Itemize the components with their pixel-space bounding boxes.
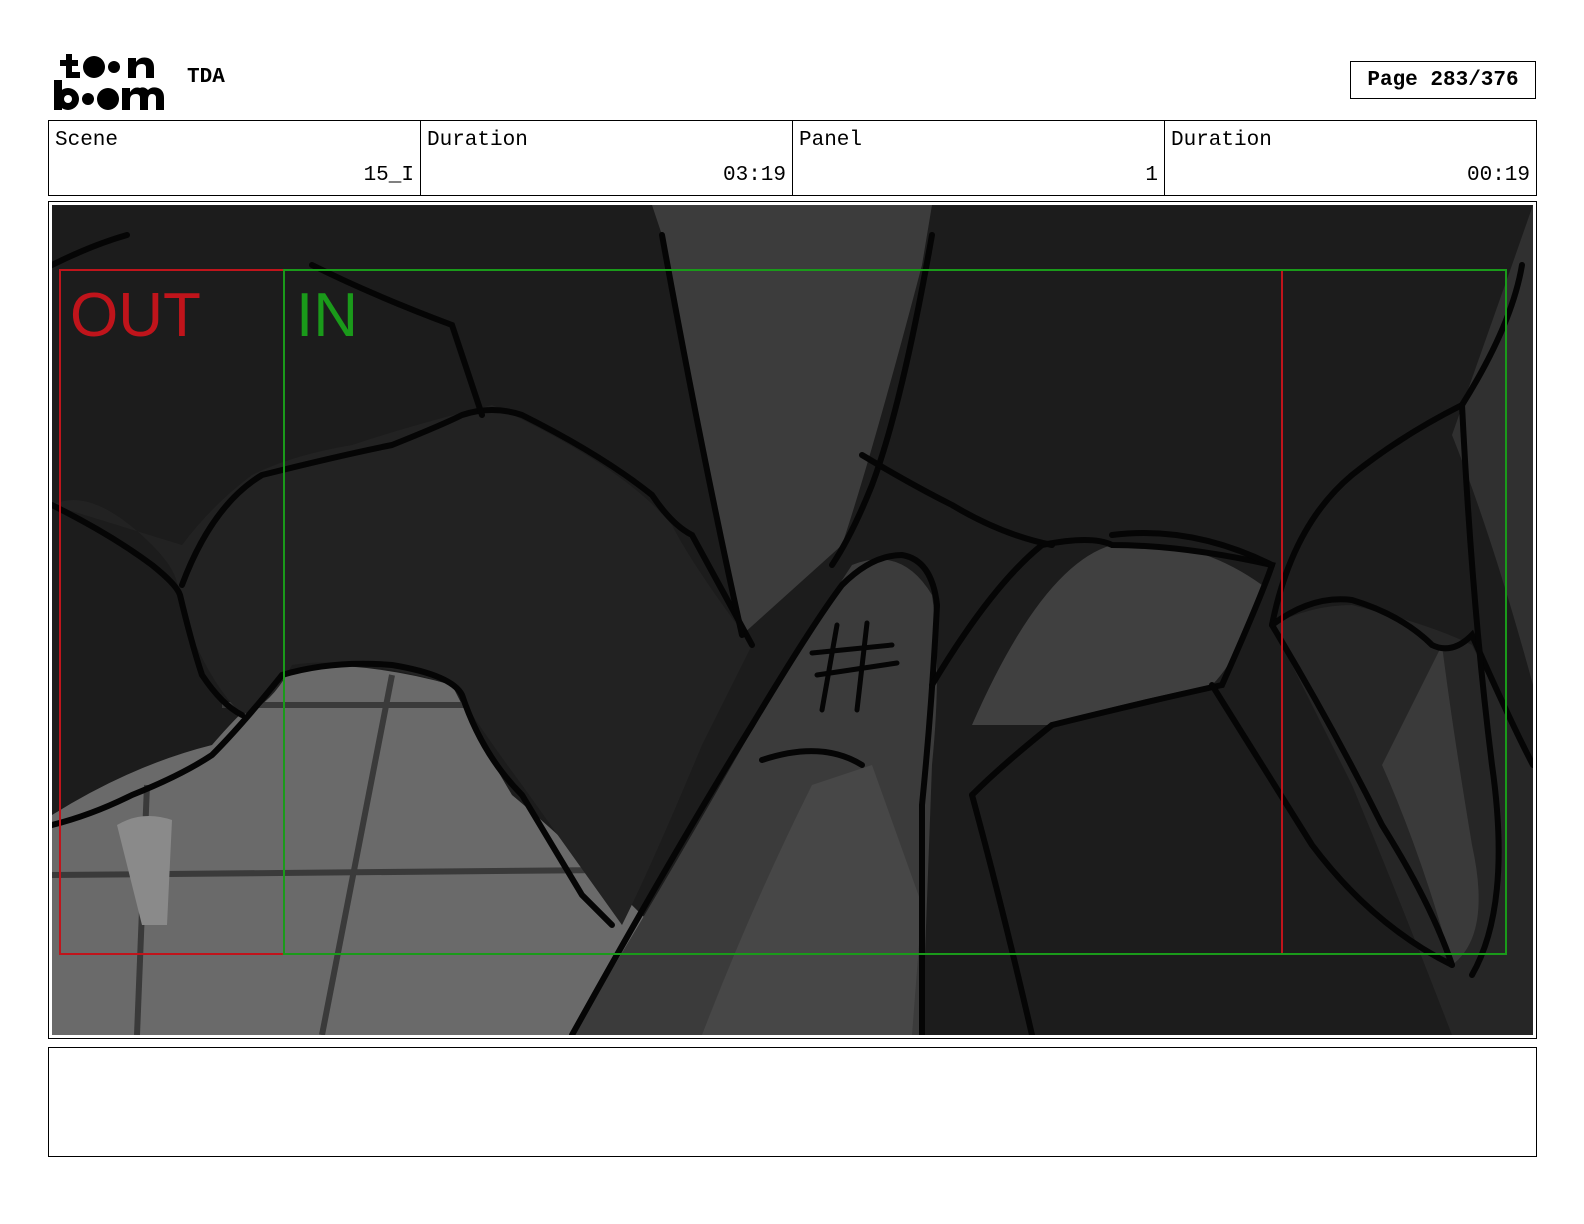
panel-cell: Panel 1 [793, 121, 1165, 195]
panel-label: Panel [799, 129, 863, 152]
panel-duration-value: 00:19 [1466, 164, 1530, 187]
page-indicator: Page 283/376 [1350, 61, 1536, 99]
panel-value: 1 [1145, 164, 1158, 187]
scene-value: 15_I [363, 164, 414, 187]
scene-cell: Scene 15_I [49, 121, 421, 195]
out-label: OUT [70, 281, 201, 350]
project-title: TDA [187, 66, 225, 89]
scene-duration-value: 03:19 [722, 164, 786, 187]
scene-label: Scene [55, 129, 119, 152]
panel-duration-cell: Duration 00:19 [1165, 121, 1536, 195]
scene-duration-cell: Duration 03:19 [421, 121, 793, 195]
storyboard-panel-image: OUT IN [52, 205, 1533, 1035]
panel-duration-label: Duration [1171, 129, 1272, 152]
scene-info-table: Scene 15_I Duration 03:19 Panel 1 Durati… [48, 120, 1537, 196]
scene-duration-label: Duration [427, 129, 528, 152]
toon-boom-logo [52, 50, 164, 112]
panel-notes-box [48, 1047, 1537, 1157]
in-label: IN [296, 281, 358, 350]
